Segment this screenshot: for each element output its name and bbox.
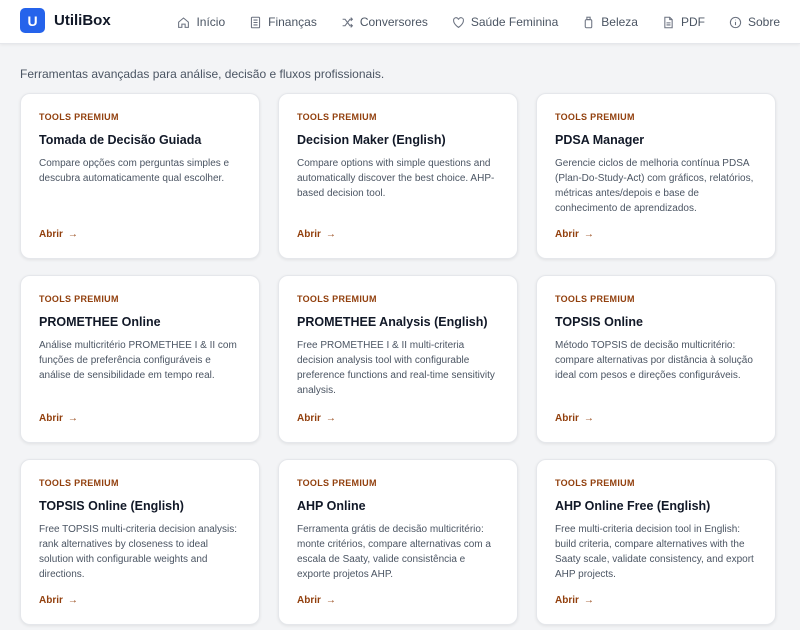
card-description: Análise multicritério PROMETHEE I & II c… <box>39 340 237 381</box>
card-title: PROMETHEE Online <box>39 315 161 329</box>
tool-card[interactable]: TOOLS PREMIUM PROMETHEE Online Análise m… <box>20 275 260 443</box>
card-title: TOPSIS Online <box>555 315 643 329</box>
card-title: Decision Maker (English) <box>297 133 446 147</box>
open-link-label: Abrir <box>39 595 63 606</box>
card-title: PROMETHEE Analysis (English) <box>297 315 488 329</box>
brand-link[interactable]: U UtiliBox <box>20 8 111 33</box>
document-icon <box>249 16 262 29</box>
open-link-label: Abrir <box>39 229 63 240</box>
tool-card[interactable]: TOOLS PREMIUM AHP Online Free (English) … <box>536 459 776 625</box>
card-title: PDSA Manager <box>555 133 645 147</box>
page-subtitle: Ferramentas avançadas para análise, deci… <box>20 67 385 81</box>
card-tag: TOOLS PREMIUM <box>297 478 377 488</box>
open-link[interactable]: Abrir → <box>297 229 336 240</box>
card-tag: TOOLS PREMIUM <box>297 112 377 122</box>
card-tag: TOOLS PREMIUM <box>555 294 635 304</box>
open-link[interactable]: Abrir → <box>39 413 78 424</box>
arrow-right-icon: → <box>67 413 78 424</box>
open-link[interactable]: Abrir → <box>297 413 336 424</box>
open-link-label: Abrir <box>555 229 579 240</box>
nav-item-pdf[interactable]: PDF <box>662 15 705 29</box>
open-link-label: Abrir <box>297 413 321 424</box>
card-description: Compare opções com perguntas simples e d… <box>39 158 230 184</box>
arrow-right-icon: → <box>583 229 594 240</box>
shuffle-icon <box>341 16 354 29</box>
open-link[interactable]: Abrir → <box>555 413 594 424</box>
card-description: Método TOPSIS de decisão multicritério: … <box>555 340 753 381</box>
card-description: Ferramenta grátis de decisão multicritér… <box>297 524 491 580</box>
main-nav: Início Finanças Conversores Saúde Femini… <box>177 0 780 44</box>
nav-label: Início <box>196 15 226 29</box>
arrow-right-icon: → <box>67 595 78 606</box>
arrow-right-icon: → <box>325 229 336 240</box>
home-icon <box>177 16 190 29</box>
arrow-right-icon: → <box>67 229 78 240</box>
tool-card[interactable]: TOOLS PREMIUM PDSA Manager Gerencie cicl… <box>536 93 776 259</box>
open-link[interactable]: Abrir → <box>39 229 78 240</box>
tool-card[interactable]: TOOLS PREMIUM Tomada de Decisão Guiada C… <box>20 93 260 259</box>
file-icon <box>662 16 675 29</box>
card-title: AHP Online <box>297 499 366 513</box>
card-description: Gerencie ciclos de melhoria contínua PDS… <box>555 158 754 214</box>
open-link-label: Abrir <box>39 413 63 424</box>
info-icon <box>729 16 742 29</box>
card-tag: TOOLS PREMIUM <box>39 294 119 304</box>
heart-icon <box>452 16 465 29</box>
card-title: Tomada de Decisão Guiada <box>39 133 202 147</box>
brand-logo: U <box>20 8 45 33</box>
card-title: TOPSIS Online (English) <box>39 499 184 513</box>
nav-item-sobre[interactable]: Sobre <box>729 15 780 29</box>
tool-card[interactable]: TOOLS PREMIUM AHP Online Ferramenta grát… <box>278 459 518 625</box>
open-link[interactable]: Abrir → <box>555 595 594 606</box>
open-link[interactable]: Abrir → <box>39 595 78 606</box>
bottle-icon <box>582 16 595 29</box>
arrow-right-icon: → <box>325 413 336 424</box>
open-link-label: Abrir <box>297 229 321 240</box>
nav-label: PDF <box>680 15 705 29</box>
nav-label: Sobre <box>747 15 780 29</box>
top-navbar: U UtiliBox Início Finanças Conversores S… <box>0 0 800 44</box>
nav-item-conversores[interactable]: Conversores <box>341 15 428 29</box>
nav-item-inicio[interactable]: Início <box>177 15 225 29</box>
arrow-right-icon: → <box>325 595 336 606</box>
card-tag: TOOLS PREMIUM <box>297 294 377 304</box>
open-link[interactable]: Abrir → <box>555 229 594 240</box>
nav-label: Conversores <box>359 15 428 29</box>
nav-label: Saúde Feminina <box>470 15 559 29</box>
arrow-right-icon: → <box>583 595 594 606</box>
card-tag: TOOLS PREMIUM <box>555 478 635 488</box>
nav-item-saude-feminina[interactable]: Saúde Feminina <box>452 15 558 29</box>
card-tag: TOOLS PREMIUM <box>39 478 119 488</box>
card-description: Compare options with simple questions an… <box>297 158 495 199</box>
open-link-label: Abrir <box>555 595 579 606</box>
nav-label: Beleza <box>601 15 638 29</box>
nav-item-beleza[interactable]: Beleza <box>582 15 638 29</box>
card-description: Free TOPSIS multi-criteria decision anal… <box>39 524 238 580</box>
card-description: Free PROMETHEE I & II multi-criteria dec… <box>297 340 495 396</box>
card-tag: TOOLS PREMIUM <box>555 112 635 122</box>
tools-grid: TOOLS PREMIUM Tomada de Decisão Guiada C… <box>20 93 776 625</box>
card-description: Free multi-criteria decision tool in Eng… <box>555 524 754 580</box>
brand-name: UtiliBox <box>54 12 111 29</box>
nav-label: Finanças <box>268 15 317 29</box>
tool-card[interactable]: TOOLS PREMIUM TOPSIS Online Método TOPSI… <box>536 275 776 443</box>
nav-item-financas[interactable]: Finanças <box>249 15 317 29</box>
open-link[interactable]: Abrir → <box>297 595 336 606</box>
open-link-label: Abrir <box>555 413 579 424</box>
tool-card[interactable]: TOOLS PREMIUM Decision Maker (English) C… <box>278 93 518 259</box>
tool-card[interactable]: TOOLS PREMIUM TOPSIS Online (English) Fr… <box>20 459 260 625</box>
arrow-right-icon: → <box>583 413 594 424</box>
tool-card[interactable]: TOOLS PREMIUM PROMETHEE Analysis (Englis… <box>278 275 518 443</box>
card-title: AHP Online Free (English) <box>555 499 711 513</box>
card-tag: TOOLS PREMIUM <box>39 112 119 122</box>
open-link-label: Abrir <box>297 595 321 606</box>
